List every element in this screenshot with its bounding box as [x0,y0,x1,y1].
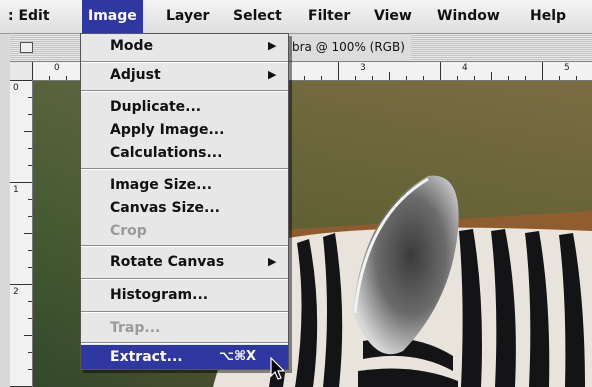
arrow-cursor-icon [270,357,286,380]
menu-item-label: Image Size... [110,177,213,193]
menu-filter[interactable]: Filter [308,0,350,33]
menu-separator [81,343,288,344]
ruler-tick [559,76,560,80]
ruler-tick [542,62,543,80]
ruler-tick [576,76,577,80]
ruler-tick [406,76,407,80]
menu-help[interactable]: Help [530,0,566,33]
menu-item-canvas-size[interactable]: Canvas Size... [81,196,288,220]
ruler-tick [440,62,441,80]
ruler-tick [491,72,492,80]
ruler-tick [525,76,526,80]
ruler-tick [28,165,32,166]
ruler-tick [508,76,509,80]
ruler-tick [24,335,32,336]
menu-item-label: Duplicate... [110,99,202,115]
ruler-tick [28,199,32,200]
menu-view[interactable]: View [374,0,412,33]
menu-item-label: Calculations... [110,145,223,161]
menu-separator [81,169,288,170]
menu-item-adjust[interactable]: Adjust ▶ [81,63,288,87]
menu-separator [81,312,288,313]
ruler-tick [457,76,458,80]
triangle-right-icon: ▶ [268,68,277,81]
ruler-tick [49,76,50,80]
ruler-tick [304,76,305,80]
ruler-tick [474,76,475,80]
menu-item-calculations[interactable]: Calculations... [81,141,288,165]
menu-item-label: Canvas Size... [110,200,220,216]
menu-image[interactable]: Image [82,0,143,33]
ruler-tick [28,250,32,251]
image-menu: Mode ▶ Adjust ▶ Duplicate... Apply Image… [80,33,289,370]
ruler-tick [338,62,339,80]
menu-item-mode[interactable]: Mode ▶ [81,34,288,58]
ruler-label: 3 [360,63,366,73]
ruler-label: 1 [13,185,19,195]
ruler-label: 4 [462,63,468,73]
ruler-tick [32,62,33,80]
menu-layer[interactable]: Layer [166,0,209,33]
menu-item-label: Rotate Canvas [110,254,225,270]
ruler-tick [28,148,32,149]
menu-separator [81,91,288,92]
menu-separator [81,246,288,247]
menu-item-trap: Trap... [81,316,288,340]
menu-item-extract[interactable]: Extract... ⌥⌘X [81,345,288,369]
menu-item-label: Apply Image... [110,122,225,138]
ruler-origin[interactable] [10,62,33,81]
ruler-tick [24,233,32,234]
menu-item-duplicate[interactable]: Duplicate... [81,95,288,119]
menu-item-label: Crop [110,223,147,239]
ruler-tick [28,352,32,353]
ruler-label: 0 [54,63,60,73]
ruler-tick [28,318,32,319]
menu-separator [81,279,288,280]
menu-item-apply-image[interactable]: Apply Image... [81,118,288,142]
ruler-tick [372,76,373,80]
triangle-right-icon: ▶ [268,255,277,268]
ruler-tick [389,72,390,80]
triangle-right-icon: ▶ [268,39,277,52]
close-box-icon[interactable] [20,42,33,53]
vertical-ruler[interactable]: 0 1 2 [10,80,33,387]
ruler-tick [28,216,32,217]
ruler-tick [10,284,32,285]
ruler-tick [10,182,32,183]
menu-select[interactable]: Select [233,0,282,33]
menu-item-histogram[interactable]: Histogram... [81,283,288,307]
menu-item-label: Mode [110,38,154,54]
menu-edit[interactable]: : Edit [8,0,50,33]
menu-item-rotate-canvas[interactable]: Rotate Canvas ▶ [81,250,288,274]
menu-item-label: Trap... [110,320,161,336]
ruler-tick [28,97,32,98]
window-title: bra @ 100% (RGB) [286,34,411,61]
menu-item-label: Adjust [110,67,161,83]
ruler-tick [28,301,32,302]
ruler-tick [321,76,322,80]
menubar: : Edit Image Layer Select Filter View Wi… [0,0,592,34]
ruler-tick [423,76,424,80]
ruler-tick [10,80,32,81]
menu-item-label: Histogram... [110,287,209,303]
menu-item-crop: Crop [81,219,288,243]
menu-window[interactable]: Window [437,0,500,33]
menu-item-image-size[interactable]: Image Size... [81,173,288,197]
ruler-tick [24,131,32,132]
menu-item-shortcut: ⌥⌘X [219,349,257,364]
ruler-label: 5 [564,63,570,73]
ruler-label: 0 [13,83,19,93]
ruler-tick [28,267,32,268]
ruler-tick [66,76,67,80]
ruler-label: 2 [13,287,19,297]
ruler-tick [355,76,356,80]
ruler-tick [28,114,32,115]
menu-item-label: Extract... [110,349,183,365]
ruler-tick [28,369,32,370]
